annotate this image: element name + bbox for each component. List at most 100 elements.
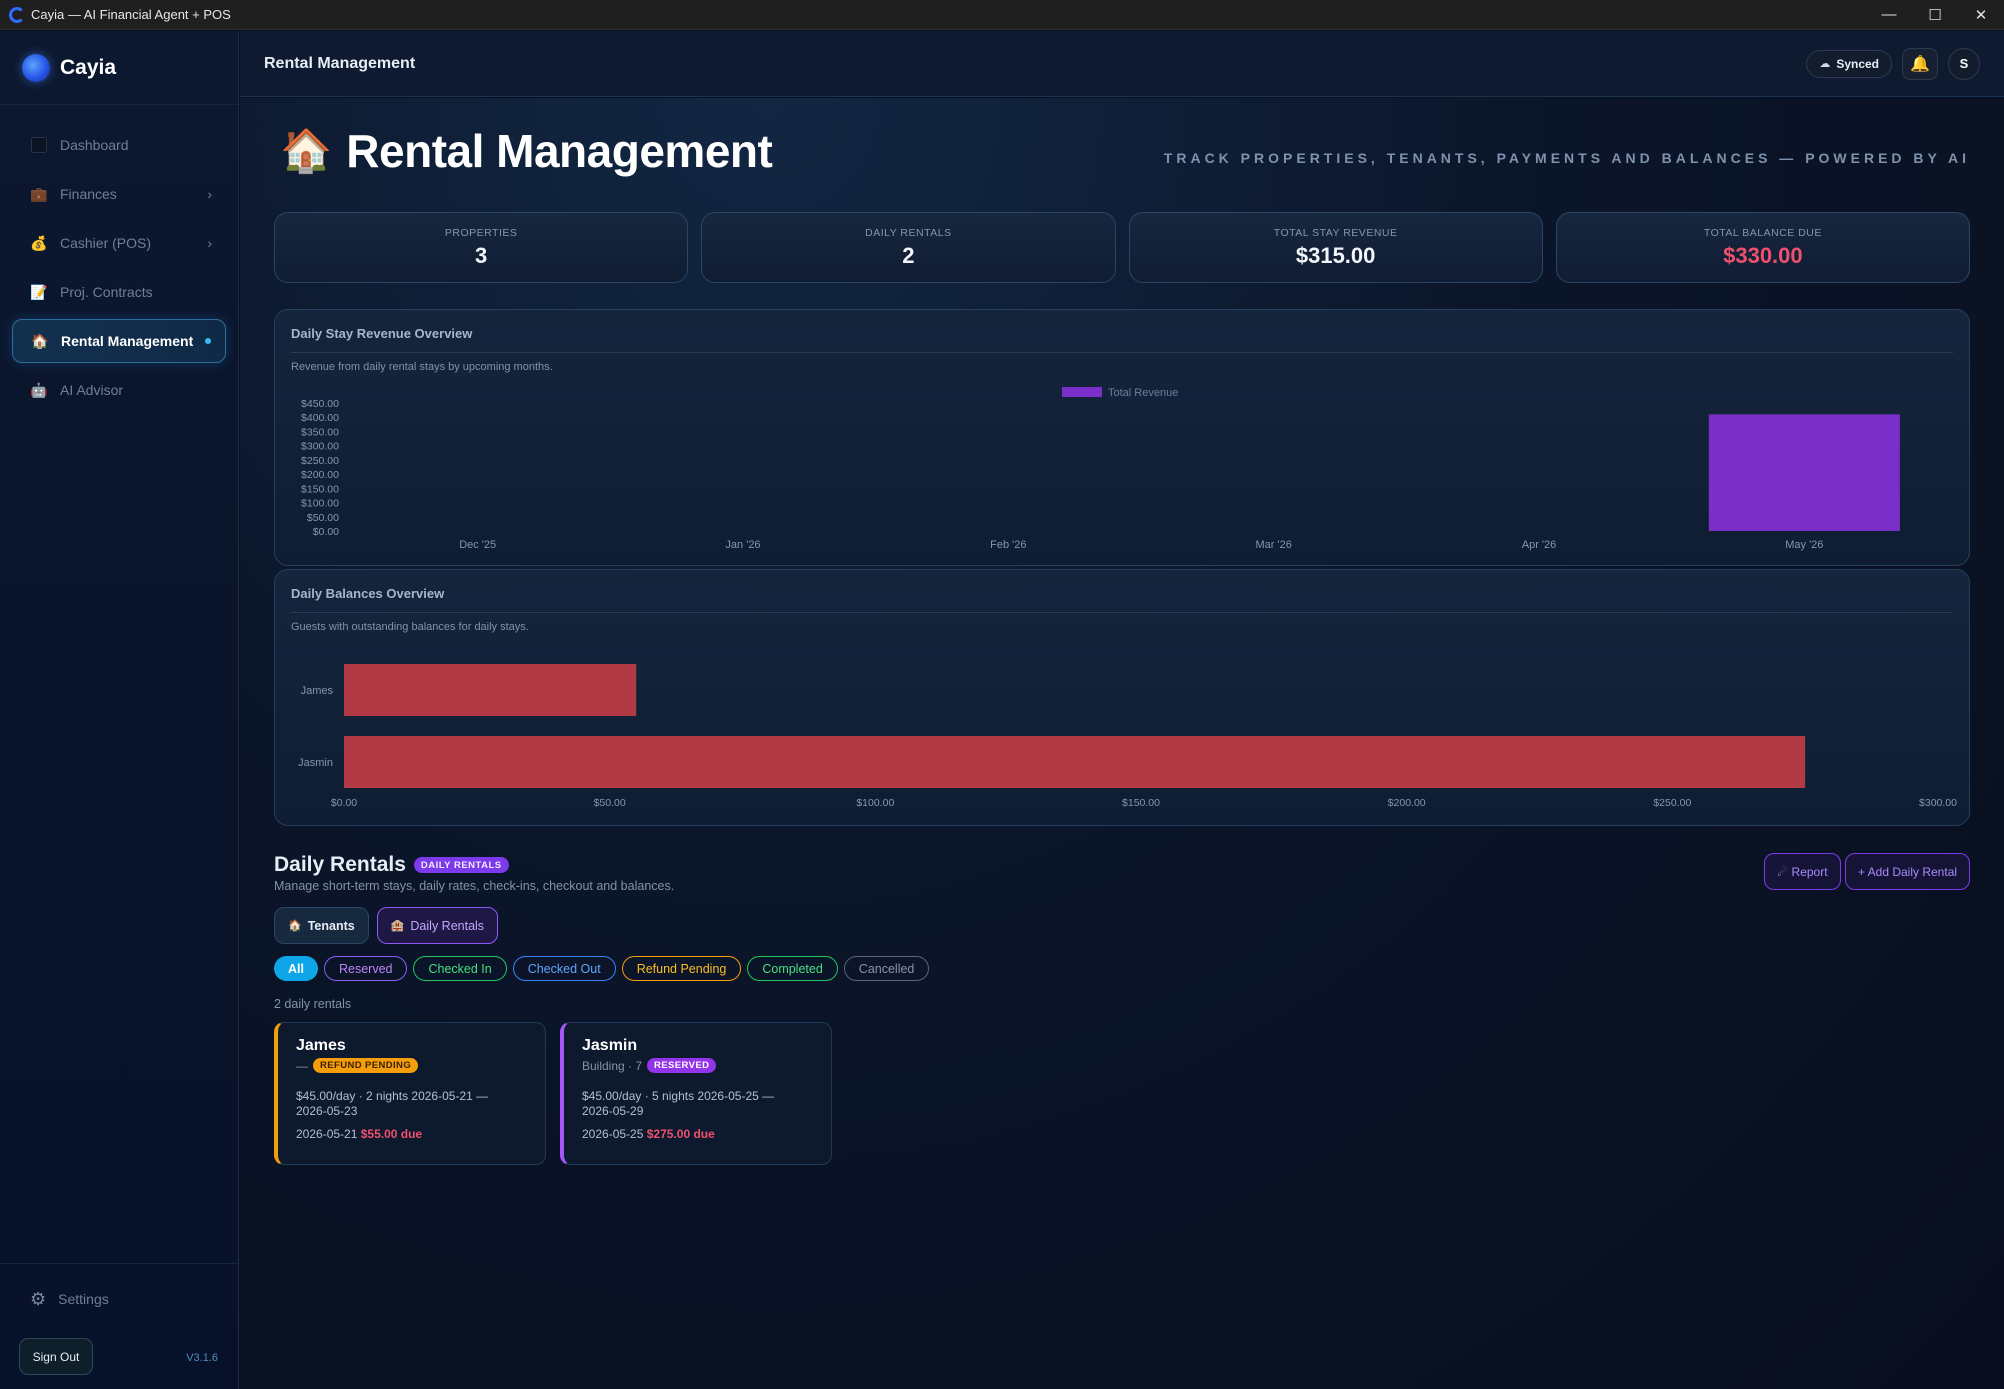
filter-reserved[interactable]: Reserved bbox=[323, 956, 408, 981]
sidebar-divider bbox=[0, 1263, 239, 1264]
stat-card-balance-due: TOTAL BALANCE DUE $330.00 bbox=[1555, 212, 1970, 283]
sidebar-item-label: Cashier (POS) bbox=[60, 235, 152, 251]
sidebar: Cayia Dashboard 💼 Finances › 💰 Cashier (… bbox=[0, 31, 239, 1389]
stat-label: DAILY RENTALS bbox=[865, 226, 952, 239]
filter-refund-pending[interactable]: Refund Pending bbox=[621, 956, 742, 981]
rental-card-jasmin[interactable]: Jasmin Building · 7 RESERVED $45.00/day … bbox=[560, 1022, 832, 1165]
gear-icon: ⚙ bbox=[30, 1288, 47, 1309]
rental-balance: 2026-05-25 $275.00 due bbox=[582, 1127, 815, 1141]
balance-due: $55.00 due bbox=[360, 1127, 423, 1141]
y-tick-label: $150.00 bbox=[301, 483, 339, 495]
add-daily-rental-button[interactable]: + Add Daily Rental bbox=[1845, 853, 1970, 890]
balances-chart-panel: Daily Balances Overview Guests with outs… bbox=[274, 569, 1970, 826]
y-tick-label: $400.00 bbox=[301, 412, 339, 424]
dashboard-icon bbox=[30, 136, 48, 154]
guest-name: James bbox=[296, 1037, 346, 1054]
tab-tenants[interactable]: 🏠 Tenants bbox=[274, 907, 369, 944]
stat-card-total-revenue: TOTAL STAY REVENUE $315.00 bbox=[1128, 212, 1543, 283]
rental-details: $45.00/day · 5 nights 2026-05-25 — 2026-… bbox=[582, 1089, 775, 1118]
header-actions: ☁ Synced 🔔 S bbox=[1806, 47, 1980, 80]
y-tick-label: $0.00 bbox=[313, 526, 339, 538]
sidebar-item-label: Dashboard bbox=[60, 137, 129, 153]
active-indicator-dot bbox=[205, 338, 211, 344]
robot-icon: 🤖 bbox=[30, 381, 48, 398]
x-tick-label: Apr '26 bbox=[1522, 539, 1557, 551]
legend-swatch[interactable] bbox=[1062, 387, 1102, 397]
y-tick-label: $350.00 bbox=[301, 426, 339, 438]
sidebar-item-label: AI Advisor bbox=[60, 382, 124, 398]
sidebar-item-settings[interactable]: ⚙ Settings bbox=[12, 1279, 109, 1319]
window-controls: — ☐ ✕ bbox=[1866, 0, 2004, 30]
guest-name: Jasmin bbox=[582, 1037, 638, 1054]
chevron-right-icon: › bbox=[207, 235, 212, 251]
daily-rentals-header: Daily Rentals DAILY RENTALS bbox=[274, 853, 509, 877]
sidebar-item-contracts[interactable]: 📝 Proj. Contracts bbox=[12, 270, 226, 314]
top-header: Rental Management ☁ Synced 🔔 S bbox=[240, 31, 2004, 97]
rental-card-james[interactable]: James — REFUND PENDING $45.00/day · 2 ni… bbox=[274, 1022, 546, 1165]
x-tick-label: Mar '26 bbox=[1255, 539, 1291, 551]
notifications-button[interactable]: 🔔 bbox=[1902, 47, 1938, 80]
y-tick-label: $50.00 bbox=[307, 512, 339, 524]
sync-status-badge[interactable]: ☁ Synced bbox=[1806, 49, 1892, 78]
sign-out-button[interactable]: Sign Out bbox=[19, 1338, 93, 1375]
stat-value: 2 bbox=[902, 242, 915, 268]
brand[interactable]: Cayia bbox=[0, 31, 238, 105]
briefcase-icon: 💼 bbox=[30, 185, 48, 202]
sidebar-item-cashier[interactable]: 💰 Cashier (POS) › bbox=[12, 221, 226, 265]
stat-value: $330.00 bbox=[1723, 242, 1803, 268]
sidebar-item-label: Finances bbox=[60, 186, 117, 202]
y-category-label: James bbox=[301, 685, 334, 697]
main-content: 🏠 Rental Management TRACK PROPERTIES, TE… bbox=[240, 98, 2004, 1389]
filter-all[interactable]: All bbox=[274, 956, 318, 981]
balance-bar[interactable] bbox=[344, 736, 1806, 788]
filter-completed[interactable]: Completed bbox=[747, 956, 838, 981]
header-title: Rental Management bbox=[264, 54, 416, 72]
x-tick-label: $100.00 bbox=[856, 797, 894, 809]
x-tick-label: Jan '26 bbox=[725, 539, 760, 551]
sidebar-item-ai-advisor[interactable]: 🤖 AI Advisor bbox=[12, 368, 226, 412]
rental-meta: Building · 7 RESERVED bbox=[582, 1058, 815, 1073]
balances-bar-chart: James Jasmin $0.00 $50.00 $100.00 $150.00 $200… bbox=[298, 664, 1957, 809]
status-badge: RESERVED bbox=[647, 1058, 717, 1073]
section-subtitle: Manage short-term stays, daily rates, ch… bbox=[274, 879, 675, 893]
stat-card-properties: PROPERTIES 3 bbox=[274, 212, 689, 283]
y-tick-label: $450.00 bbox=[301, 398, 339, 410]
tab-label: Tenants bbox=[307, 918, 355, 933]
app-version: V3.1.6 bbox=[186, 1352, 218, 1364]
window-title: Cayia — AI Financial Agent + POS bbox=[31, 7, 231, 22]
minimize-button[interactable]: — bbox=[1866, 0, 1912, 30]
revenue-bar[interactable] bbox=[1708, 414, 1900, 531]
report-button[interactable]: ☄ Report bbox=[1764, 853, 1841, 890]
x-tick-label: $250.00 bbox=[1653, 797, 1691, 809]
rental-balance: 2026-05-21 $55.00 due bbox=[296, 1127, 529, 1141]
stat-value: 3 bbox=[475, 242, 488, 268]
filter-checked-in[interactable]: Checked In bbox=[413, 956, 507, 981]
user-avatar[interactable]: S bbox=[1948, 47, 1980, 80]
revenue-chart-panel: Daily Stay Revenue Overview Revenue from… bbox=[274, 309, 1970, 566]
stat-label: PROPERTIES bbox=[444, 226, 518, 239]
filter-checked-out[interactable]: Checked Out bbox=[512, 956, 616, 981]
legend-label: Total Revenue bbox=[1108, 387, 1178, 399]
sidebar-item-dashboard[interactable]: Dashboard bbox=[12, 123, 226, 167]
y-tick-label: $100.00 bbox=[301, 498, 339, 510]
sidebar-item-rental-management[interactable]: 🏠 Rental Management bbox=[12, 319, 226, 363]
close-button[interactable]: ✕ bbox=[1958, 0, 2004, 30]
y-tick-label: $250.00 bbox=[301, 455, 339, 467]
sidebar-item-finances[interactable]: 💼 Finances › bbox=[12, 172, 226, 216]
filter-cancelled[interactable]: Cancelled bbox=[843, 956, 930, 981]
hotel-icon: 🏨 bbox=[390, 920, 405, 932]
rental-location: Building · 7 bbox=[582, 1058, 643, 1073]
rental-details: $45.00/day · 2 nights 2026-05-21 — 2026-… bbox=[296, 1089, 489, 1118]
x-tick-label: $150.00 bbox=[1122, 797, 1160, 809]
money-bag-icon: 💰 bbox=[30, 234, 48, 251]
maximize-button[interactable]: ☐ bbox=[1912, 0, 1958, 30]
status-filters: All Reserved Checked In Checked Out Refu… bbox=[274, 956, 930, 981]
revenue-bar-chart: Total Revenue $0.00 $50.00 $100.00 $150.00 $2… bbox=[301, 387, 1900, 551]
balance-bar[interactable] bbox=[344, 664, 637, 716]
y-category-label: Jasmin bbox=[298, 757, 333, 769]
x-tick-label: Feb '26 bbox=[990, 539, 1026, 551]
tab-daily-rentals[interactable]: 🏨 Daily Rentals bbox=[376, 907, 499, 944]
sidebar-nav: Dashboard 💼 Finances › 💰 Cashier (POS) ›… bbox=[0, 123, 238, 412]
x-tick-label: $300.00 bbox=[1919, 797, 1957, 809]
settings-label: Settings bbox=[58, 1291, 109, 1307]
